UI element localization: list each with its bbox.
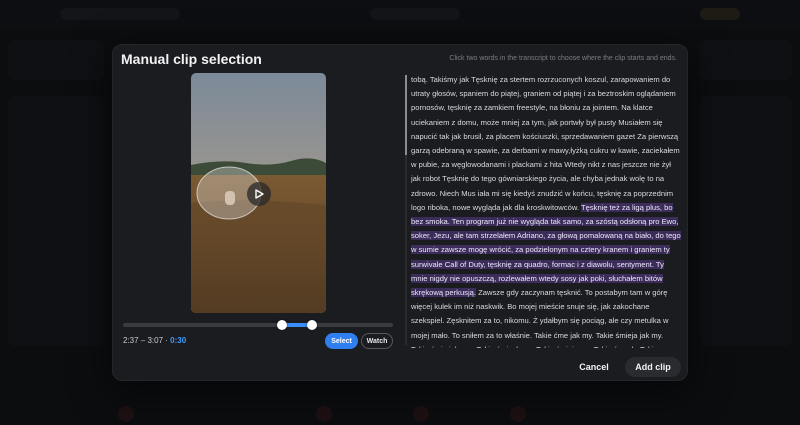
watch-button[interactable]: Watch xyxy=(361,333,393,349)
play-button[interactable] xyxy=(247,182,271,206)
select-button[interactable]: Select xyxy=(325,333,358,349)
add-clip-button[interactable]: Add clip xyxy=(625,357,681,377)
transcript-selected[interactable]: Tęsknię też za ligą plus, bo bez smoka. … xyxy=(411,202,681,298)
end-handle[interactable] xyxy=(307,320,317,330)
time-range-label: 2:37 – 3:07 xyxy=(123,336,164,345)
transcript-after[interactable]: Zawsze gdy zaczynam tęsknić. To postabym… xyxy=(411,288,668,348)
cancel-button[interactable]: Cancel xyxy=(569,358,619,376)
transcript-before[interactable]: tobą. Takiśmy jak Tęsknię za stertem roz… xyxy=(411,75,680,212)
transcript-text[interactable]: tobą. Takiśmy jak Tęsknię za stertem roz… xyxy=(411,73,681,348)
transcript-scrollbar[interactable] xyxy=(405,75,407,345)
play-icon xyxy=(255,189,264,199)
clip-duration: 0:30 xyxy=(170,336,187,345)
manual-clip-dialog: Manual clip selection Click two words in… xyxy=(112,44,688,381)
dialog-title: Manual clip selection xyxy=(121,51,262,67)
video-preview[interactable] xyxy=(191,73,326,313)
clip-time-range: 2:37 – 3:07 · 0:30 xyxy=(123,336,186,345)
clip-timeline[interactable] xyxy=(123,320,393,330)
dialog-hint: Click two words in the transcript to cho… xyxy=(449,55,677,62)
scrollbar-thumb[interactable] xyxy=(405,75,407,155)
start-handle[interactable] xyxy=(277,320,288,330)
